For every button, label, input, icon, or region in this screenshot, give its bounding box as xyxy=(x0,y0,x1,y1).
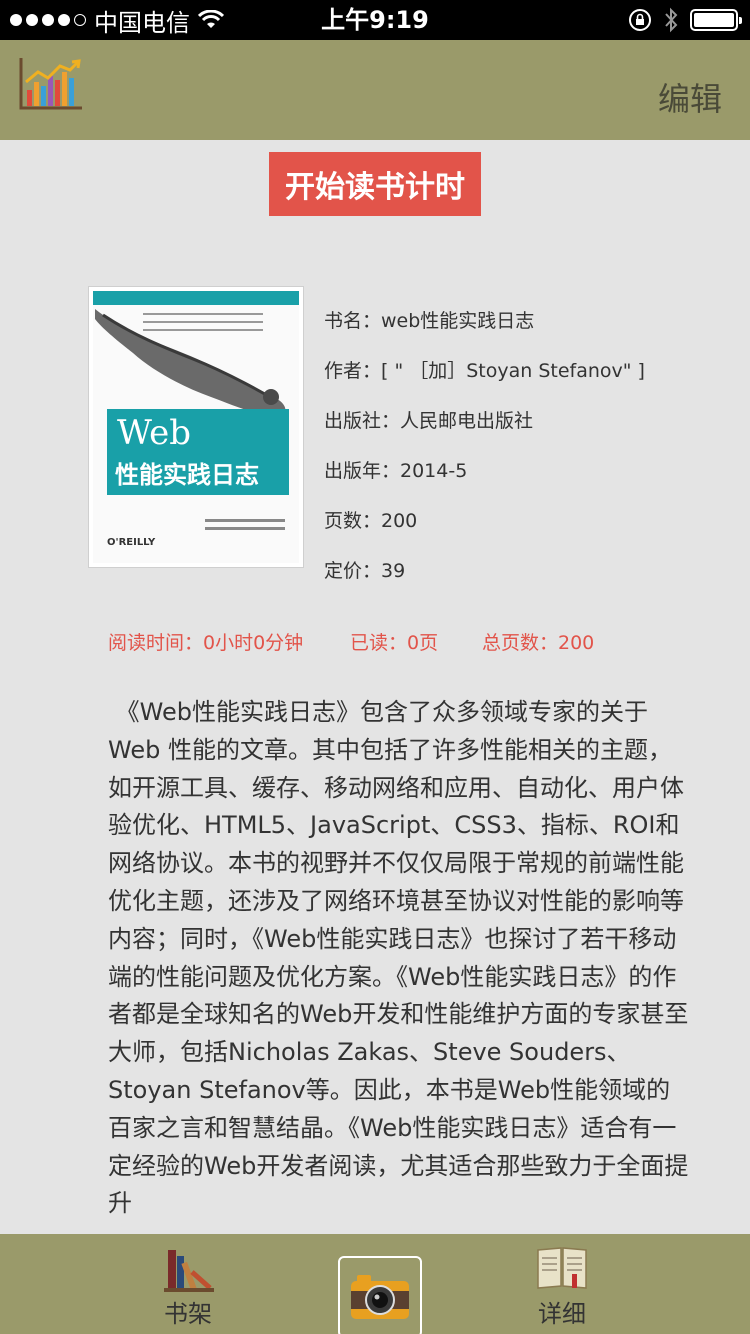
cover-title-cn: 性能实践日志 xyxy=(115,461,259,489)
edit-button[interactable]: 编辑 xyxy=(658,74,722,120)
camera-icon xyxy=(351,1275,409,1319)
cover-publisher-logo: O'REILLY xyxy=(107,537,156,548)
reading-stats: 阅读时间：0小时0分钟 已读：0页 总页数：200 xyxy=(108,624,708,658)
status-bar: 中国电信 上午9:19 xyxy=(0,0,750,40)
rotation-lock-icon xyxy=(629,9,651,31)
book-publisher: 出版社：人民邮电出版社 xyxy=(324,410,534,432)
tab-detail[interactable]: 详细 xyxy=(502,1234,622,1334)
tab-bookshelf[interactable]: 书架 xyxy=(128,1234,248,1334)
book-pages: 页数：200 xyxy=(324,510,418,532)
book-title: 书名：web性能实践日志 xyxy=(324,310,535,332)
tab-detail-label: 详细 xyxy=(538,1300,586,1328)
bookshelf-icon xyxy=(164,1250,214,1292)
total-pages: 总页数：200 xyxy=(482,632,595,654)
book-description: 《Web性能实践日志》包含了众多领域专家的关于 Web 性能的文章。其中包括了许… xyxy=(108,698,689,1218)
nav-bar: 编辑 xyxy=(0,40,750,140)
book-year: 出版年：2014-5 xyxy=(324,460,468,482)
chart-icon[interactable] xyxy=(18,56,84,112)
pages-read: 已读：0页 xyxy=(350,632,439,654)
tab-camera[interactable] xyxy=(338,1256,422,1334)
bluetooth-icon xyxy=(665,7,678,33)
status-right xyxy=(628,0,742,40)
book-info: 书名：web性能实践日志 作者：[ " ［加］Stoyan Stefanov" … xyxy=(324,300,645,600)
open-book-icon xyxy=(537,1247,587,1289)
battery-icon xyxy=(690,9,742,31)
book-author: 作者：[ " ［加］Stoyan Stefanov" ] xyxy=(324,360,645,382)
book-cover: Web 性能实践日志 O'REILLY xyxy=(88,286,304,568)
reading-time: 阅读时间：0小时0分钟 xyxy=(108,632,304,654)
book-price: 定价：39 xyxy=(324,560,406,582)
start-reading-timer-button[interactable]: 开始读书计时 xyxy=(269,152,481,216)
cover-title-en: Web xyxy=(117,413,192,453)
tab-bookshelf-label: 书架 xyxy=(164,1300,212,1328)
